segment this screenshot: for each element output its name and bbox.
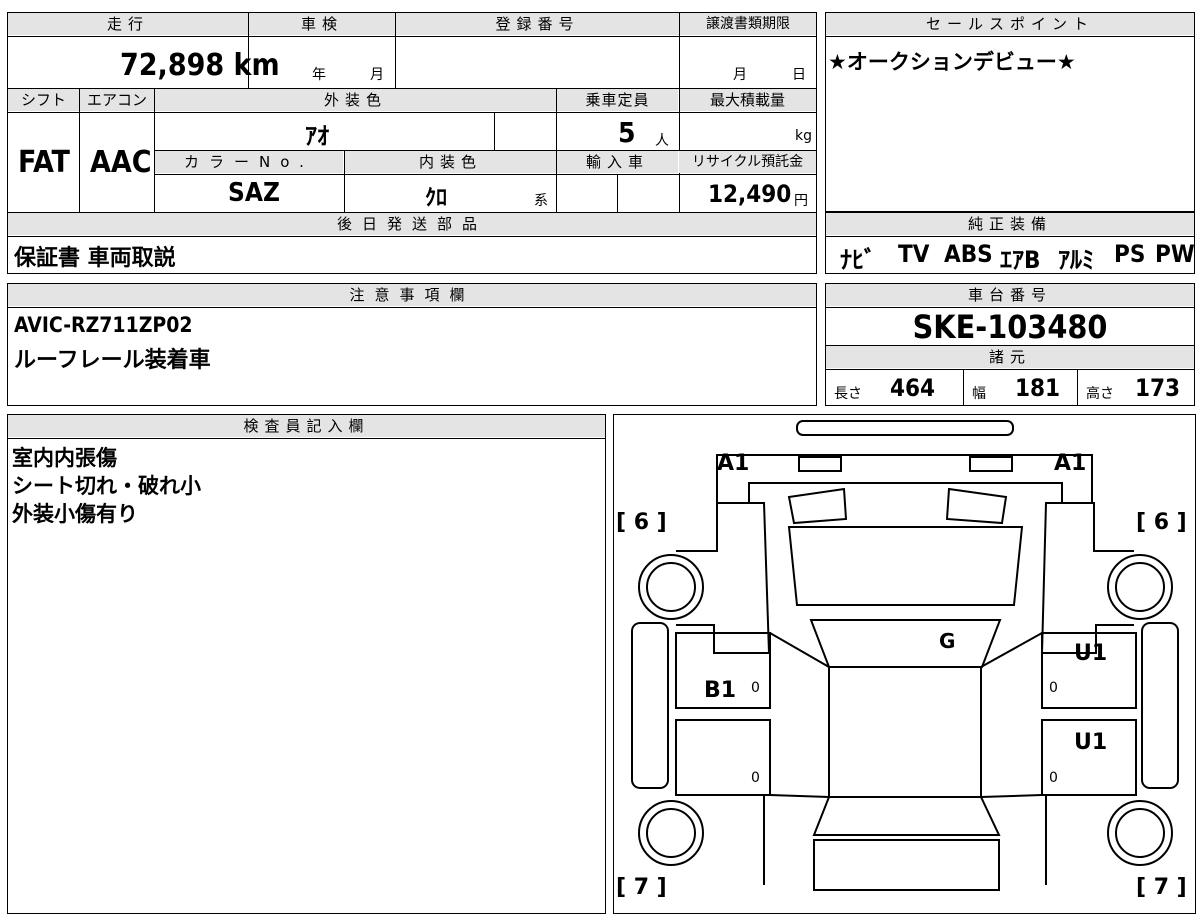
max-load-unit: kg <box>795 128 812 144</box>
color-no-value: SAZ <box>228 178 280 208</box>
deadline-month-unit: 月 <box>733 67 747 83</box>
interior-color-suffix: 系 <box>534 193 548 209</box>
length-value: 464 <box>890 374 936 402</box>
inspector-line-3: 外装小傷有り <box>12 502 138 526</box>
label-front-left-tire: [ 6 ] <box>616 510 667 535</box>
inspector-header: 検査員記入欄 <box>8 415 605 437</box>
chassis-header: 車台番号 <box>826 284 1194 306</box>
ac-value: AAC <box>90 145 152 180</box>
label-rear-right-tire: [ 7 ] <box>1136 875 1187 900</box>
equip-alloy: ｱﾙﾐ <box>1058 246 1094 274</box>
inspector-line-1: 室内内張傷 <box>12 446 117 470</box>
capacity-header: 乗車定員 <box>557 89 678 111</box>
color-no-header: カラーNo. <box>155 151 343 173</box>
label-zero-4: 0 <box>1049 770 1058 786</box>
recycle-unit: 円 <box>794 193 808 209</box>
recycle-value: 12,490 <box>708 180 792 208</box>
equip-ps: PS <box>1114 240 1146 268</box>
label-zero-2: 0 <box>1049 680 1058 696</box>
mileage-header: 走行 <box>8 13 248 35</box>
label-rear-left-tire: [ 7 ] <box>616 875 667 900</box>
label-zero-3: 0 <box>751 770 760 786</box>
width-value: 181 <box>1015 374 1061 402</box>
equip-pw: PW <box>1155 240 1195 268</box>
width-label: 幅 <box>972 386 986 402</box>
height-label: 高さ <box>1086 386 1114 402</box>
equip-abs: ABS <box>944 240 993 268</box>
genuine-equipment-header: 純正装備 <box>826 213 1194 235</box>
interior-color-value: ｸﾛ <box>425 186 448 211</box>
mileage-value: 72,898 km <box>120 48 280 83</box>
later-parts-value: 保証書 車両取説 <box>14 246 176 271</box>
later-parts-header: 後日発送部品 <box>8 213 816 235</box>
inspector-line-2: シート切れ・破れ小 <box>12 474 201 498</box>
car-outline <box>631 420 1179 891</box>
height-value: 173 <box>1135 374 1181 402</box>
notes-line-2: ルーフレール装着車 <box>14 348 211 373</box>
recycle-header: リサイクル預託金 <box>679 151 816 173</box>
registration-header: 登録番号 <box>396 13 679 35</box>
shift-value: FAT <box>18 145 70 180</box>
equip-tv: TV <box>898 240 930 268</box>
shaken-header: 車検 <box>249 13 395 35</box>
label-right-rear-door: U1 <box>1074 730 1108 755</box>
sales-point-header: セールスポイント <box>826 13 1194 35</box>
notes-line-1: AVIC-RZ711ZP02 <box>14 313 193 337</box>
label-front-left: A1 <box>717 451 750 476</box>
notes-header: 注意事項欄 <box>8 284 816 306</box>
sales-point-box <box>825 12 1195 212</box>
ac-header: エアコン <box>80 89 154 111</box>
shaken-month-unit: 月 <box>370 67 384 83</box>
length-label: 長さ <box>834 386 862 402</box>
label-right-front-door: U1 <box>1074 641 1108 666</box>
label-front-right: A1 <box>1054 451 1087 476</box>
max-load-header: 最大積載量 <box>679 89 816 111</box>
shift-header: シフト <box>8 89 79 111</box>
label-zero-1: 0 <box>751 680 760 696</box>
capacity-unit: 人 <box>655 133 669 149</box>
shaken-year-unit: 年 <box>312 67 326 83</box>
label-front-right-tire: [ 6 ] <box>1136 510 1187 535</box>
exterior-color-header: 外装色 <box>155 89 556 111</box>
equip-nav: ﾅﾋﾞ <box>840 246 876 274</box>
chassis-number: SKE-103480 <box>912 308 1108 346</box>
equip-airbag: ｴｱB <box>1000 246 1041 274</box>
label-left-front-door: B1 <box>704 678 737 703</box>
sales-point-text: ★オークションデビュー★ <box>828 50 1076 74</box>
transfer-deadline-header: 譲渡書類期限 <box>680 13 816 35</box>
interior-color-header: 内装色 <box>345 151 556 173</box>
capacity-value: 5 <box>618 116 636 149</box>
car-diagram: A1 A1 [ 6 ] [ 6 ] [ 7 ] [ 7 ] G B1 U1 U1… <box>613 414 1196 914</box>
import-header: 輸入車 <box>557 151 678 173</box>
specs-header: 諸元 <box>826 346 1194 368</box>
exterior-color-value: ｱｵ <box>305 122 329 150</box>
deadline-day-unit: 日 <box>792 67 806 83</box>
label-roof: G <box>939 629 956 653</box>
